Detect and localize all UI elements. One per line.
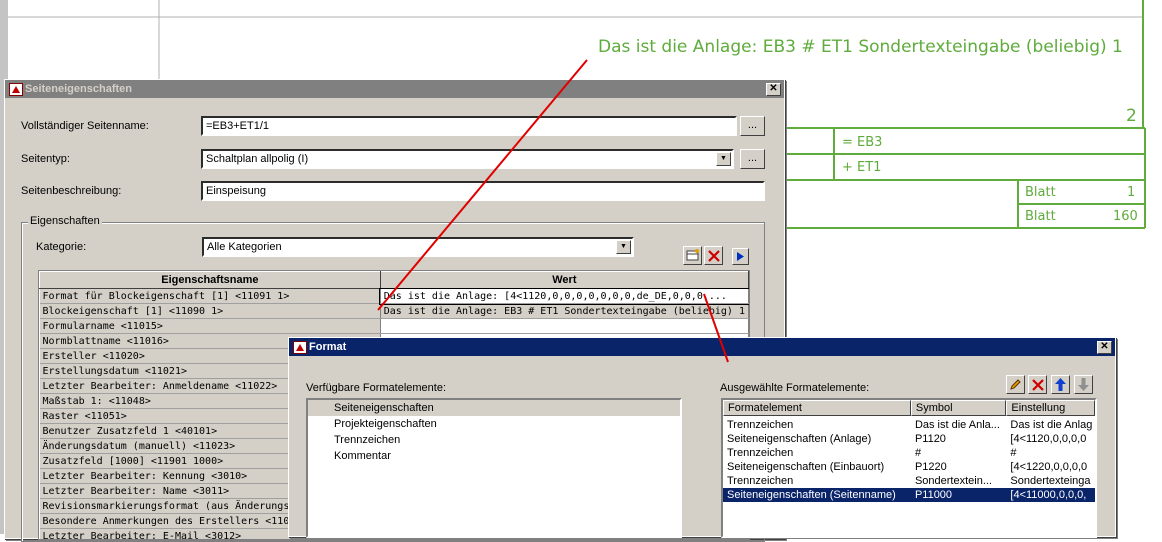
annotation-arrows bbox=[377, 59, 729, 363]
arrow-to-format-dialog bbox=[703, 293, 729, 363]
arrow-to-block-property bbox=[377, 59, 588, 311]
